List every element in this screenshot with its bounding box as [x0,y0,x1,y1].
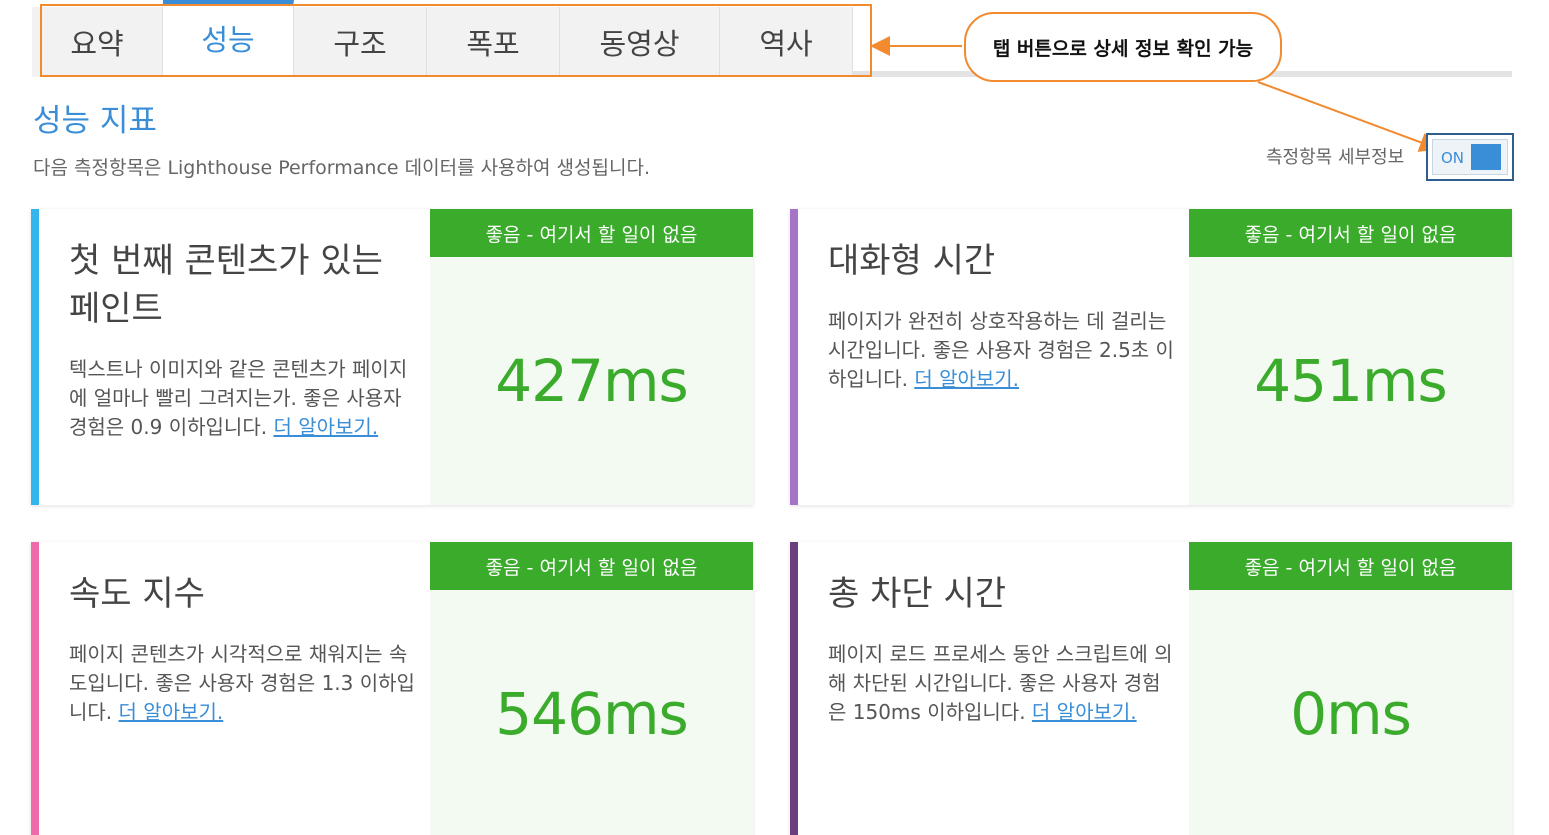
metric-card-time-to-interactive: 대화형 시간 페이지가 완전히 상호작용하는 데 걸리는 시간입니다. 좋은 사… [790,209,1512,505]
tab-performance[interactable]: 성능 [163,0,294,77]
metric-value: 546ms [495,680,688,748]
metric-details-label: 측정항목 세부정보 [1266,147,1405,168]
metric-description: 텍스트나 이미지와 같은 콘텐츠가 페이지에 얼마나 빨리 그려지는가. 좋은 … [69,355,419,442]
metric-description: 페이지가 완전히 상호작용하는 데 걸리는 시간입니다. 좋은 사용자 경험은 … [828,307,1178,394]
metric-title: 첫 번째 콘텐츠가 있는 페인트 [69,241,383,329]
learn-more-link[interactable]: 더 알아보기. [1032,700,1137,724]
card-accent-bar [31,209,39,505]
metric-description: 페이지 콘텐츠가 시각적으로 채워지는 속도입니다. 좋은 사용자 경험은 1.… [69,640,419,727]
card-accent-bar [790,209,798,505]
toggle-track: ON [1432,139,1508,175]
tab-summary[interactable]: 요약 [32,7,163,77]
metric-details-toggle[interactable]: ON [1426,133,1514,181]
learn-more-link[interactable]: 더 알아보기. [914,367,1019,391]
learn-more-link[interactable]: 더 알아보기. [273,415,378,439]
metric-value-panel: 546ms [430,590,753,835]
card-body: 첫 번째 콘텐츠가 있는 페인트 텍스트나 이미지와 같은 콘텐츠가 페이지에 … [69,237,419,442]
card-body: 대화형 시간 페이지가 완전히 상호작용하는 데 걸리는 시간입니다. 좋은 사… [828,237,1178,394]
learn-more-link[interactable]: 더 알아보기. [119,700,224,724]
toggle-knob[interactable] [1471,144,1501,170]
metric-title: 대화형 시간 [828,241,996,281]
metric-value-panel: 451ms [1189,257,1512,505]
metric-description: 페이지 로드 프로세스 동안 스크립트에 의해 차단된 시간입니다. 좋은 사용… [828,640,1178,727]
tab-video[interactable]: 동영상 [560,7,720,77]
card-body: 속도 지수 페이지 콘텐츠가 시각적으로 채워지는 속도입니다. 좋은 사용자 … [69,570,419,727]
tab-waterfall[interactable]: 폭포 [427,7,560,77]
metric-title: 속도 지수 [69,574,205,614]
metric-status-banner: 좋음 - 여기서 할 일이 없음 [430,209,753,257]
toggle-state-text: ON [1441,149,1465,167]
metric-card-total-blocking-time: 총 차단 시간 페이지 로드 프로세스 동안 스크립트에 의해 차단된 시간입니… [790,542,1512,835]
metric-value: 451ms [1254,347,1447,415]
tab-structure[interactable]: 구조 [294,7,427,77]
metric-card-speed-index: 속도 지수 페이지 콘텐츠가 시각적으로 채워지는 속도입니다. 좋은 사용자 … [31,542,753,835]
section-title: 성능 지표 [33,103,157,139]
tab-bar: 요약 성능 구조 폭포 동영상 역사 [32,0,853,77]
metric-value: 427ms [495,347,688,415]
metric-status-banner: 좋음 - 여기서 할 일이 없음 [430,542,753,590]
metric-value-panel: 0ms [1189,590,1512,835]
metric-status-banner: 좋음 - 여기서 할 일이 없음 [1189,209,1512,257]
performance-page: 요약 성능 구조 폭포 동영상 역사 탭 버튼으로 상세 정보 확인 가능 성능… [0,0,1549,835]
annotation-callout-text: 탭 버튼으로 상세 정보 확인 가능 [992,37,1254,60]
card-accent-bar [790,542,798,835]
tab-history[interactable]: 역사 [720,7,853,77]
metric-value: 0ms [1290,680,1412,748]
metric-title: 총 차단 시간 [828,574,1007,614]
section-description: 다음 측정항목은 Lighthouse Performance 데이터를 사용하… [33,157,650,179]
metric-value-panel: 427ms [430,257,753,505]
card-body: 총 차단 시간 페이지 로드 프로세스 동안 스크립트에 의해 차단된 시간입니… [828,570,1178,727]
annotation-callout: 탭 버튼으로 상세 정보 확인 가능 [964,12,1282,82]
card-accent-bar [31,542,39,835]
metric-card-first-contentful-paint: 첫 번째 콘텐츠가 있는 페인트 텍스트나 이미지와 같은 콘텐츠가 페이지에 … [31,209,753,505]
metric-status-banner: 좋음 - 여기서 할 일이 없음 [1189,542,1512,590]
arrow-to-toggle [1257,81,1440,152]
